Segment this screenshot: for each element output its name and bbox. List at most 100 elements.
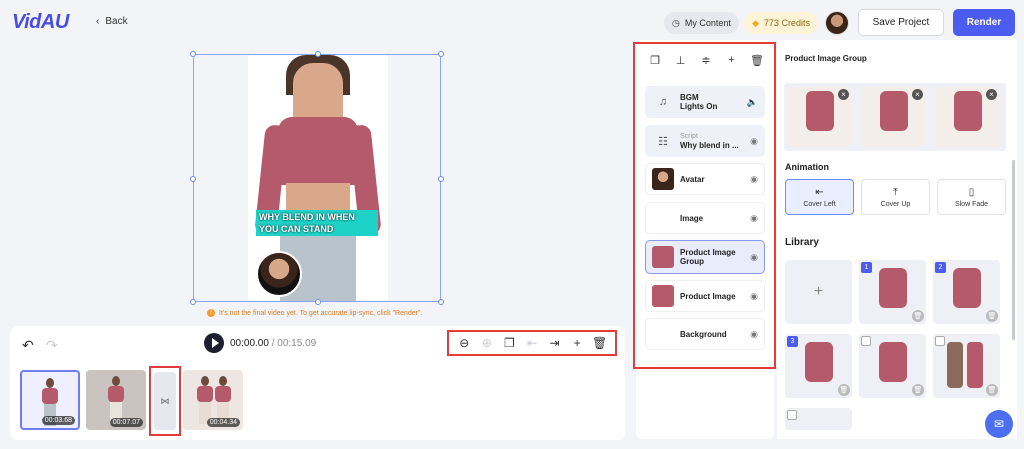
resize-handle[interactable] [438, 299, 444, 305]
transition-icon[interactable]: ⋈ [154, 372, 176, 430]
eye-icon[interactable]: ◉ [750, 136, 758, 147]
my-content-button[interactable]: ◷ My Content [664, 12, 739, 34]
thumb-head [219, 376, 227, 386]
resize-handle[interactable] [190, 299, 196, 305]
animation-label: Cover Up [880, 200, 911, 208]
resize-handle[interactable] [315, 299, 321, 305]
selection-checkbox[interactable] [861, 336, 871, 346]
thumb-top [197, 386, 213, 402]
timeline-clip[interactable]: 00:03.68 [20, 370, 80, 430]
back-button[interactable]: ‹ Back [96, 16, 128, 27]
timeline-clip[interactable]: 00:07.07 [86, 370, 146, 430]
library-image[interactable]: 1 🗑 [859, 260, 926, 324]
group-image[interactable]: × [788, 87, 851, 147]
subtitle-caption[interactable]: WHY BLEND IN WHEN YOU CAN STAND [256, 210, 378, 236]
properties-panel: Product Image Group × × × Animation ⇤ Co… [777, 40, 1017, 439]
clock-icon: ◷ [672, 17, 680, 28]
trash-icon[interactable]: 🗑 [912, 310, 924, 322]
group-image[interactable]: × [936, 87, 999, 147]
trash-icon[interactable]: 🗑 [592, 335, 608, 351]
remove-icon[interactable]: × [912, 89, 923, 100]
render-button[interactable]: Render [953, 9, 1015, 36]
eye-icon[interactable]: ◉ [750, 291, 758, 302]
selection-checkbox[interactable] [935, 336, 945, 346]
library-image[interactable]: 2 🗑 [933, 260, 1000, 324]
animation-cover-left[interactable]: ⇤ Cover Left [785, 179, 854, 215]
layer-image[interactable]: Image ◉ [645, 202, 765, 234]
library-image[interactable]: 🗑 [859, 334, 926, 398]
chat-support-button[interactable]: ✉ [985, 410, 1013, 438]
trash-icon[interactable]: 🗑 [986, 384, 998, 396]
redo-icon[interactable]: ↷ [46, 337, 58, 354]
eye-icon[interactable]: ◉ [750, 252, 758, 263]
library-image[interactable]: 🗑 [933, 334, 1000, 398]
duplicate-icon[interactable]: ❐ [501, 335, 517, 351]
product-shape [954, 91, 982, 131]
layer-label: Avatar [680, 174, 705, 184]
product-shape [879, 342, 907, 382]
notice-text: It's not the final video yet. To get acc… [219, 309, 423, 317]
clip-duration: 00:03.68 [41, 416, 75, 425]
eye-icon[interactable]: ◉ [750, 213, 758, 224]
layer-sub: Script [680, 133, 698, 140]
layer-script[interactable]: ☷ Script Why blend in ... ◉ [645, 125, 765, 157]
eye-icon[interactable]: ◉ [750, 174, 758, 185]
copy-icon[interactable]: ❐ [647, 52, 663, 68]
user-avatar[interactable] [825, 11, 849, 35]
avatar-overlay[interactable] [256, 251, 302, 297]
resize-handle[interactable] [438, 51, 444, 57]
zoom-out-icon[interactable]: ⊖ [456, 335, 472, 351]
resize-handle[interactable] [190, 51, 196, 57]
selection-number: 1 [861, 262, 872, 273]
layer-product-image[interactable]: Product Image ◉ [645, 280, 765, 312]
add-layer-icon[interactable]: + [724, 52, 740, 68]
trash-icon[interactable]: 🗑 [912, 384, 924, 396]
transition-slot[interactable]: ⋈ [149, 366, 181, 436]
undo-icon[interactable]: ↶ [22, 337, 34, 354]
layer-label: Image [680, 213, 704, 223]
delete-layer-icon[interactable]: 🗑 [749, 52, 765, 68]
library-image[interactable] [785, 408, 852, 430]
selection-box[interactable] [190, 51, 444, 305]
resize-handle[interactable] [315, 51, 321, 57]
chat-icon: ✉ [993, 417, 1005, 431]
save-project-button[interactable]: Save Project [858, 9, 944, 36]
align-bottom-icon[interactable]: ⊥ [673, 52, 689, 68]
play-icon [211, 338, 219, 348]
animation-cover-up[interactable]: ⤒ Cover Up [861, 179, 930, 215]
layer-avatar[interactable]: Avatar ◉ [645, 163, 765, 195]
remove-icon[interactable]: × [838, 89, 849, 100]
eye-icon[interactable]: ◉ [750, 329, 758, 340]
animation-slow-fade[interactable]: ▯ Slow Fade [937, 179, 1006, 215]
resize-handle[interactable] [190, 176, 196, 182]
split-left-icon[interactable]: ⇤ [524, 335, 540, 351]
group-image[interactable]: × [862, 87, 925, 147]
total-time: 00:15.09 [277, 338, 317, 349]
trash-icon[interactable]: 🗑 [986, 310, 998, 322]
add-icon[interactable]: + [569, 335, 585, 351]
selection-checkbox[interactable] [787, 410, 797, 420]
volume-icon[interactable]: 🔈 [747, 97, 758, 108]
preview-notice: ! It's not the final video yet. To get a… [207, 309, 422, 317]
trash-icon[interactable]: 🗑 [838, 384, 850, 396]
credits-badge[interactable]: ◆ 773 Credits [744, 12, 818, 34]
play-button[interactable] [204, 333, 224, 353]
align-center-icon[interactable]: ≑ [698, 52, 714, 68]
zoom-in-icon[interactable]: ⊕ [479, 335, 495, 351]
plus-icon: + [813, 283, 824, 300]
add-library-image-button[interactable]: + [785, 260, 852, 324]
product-shape [953, 268, 981, 308]
layer-bgm[interactable]: ♫ BGM Lights On 🔈 [645, 86, 765, 118]
properties-scrollbar[interactable] [1012, 160, 1015, 340]
layer-product-image-group[interactable]: Product Image Group ◉ [645, 240, 765, 274]
split-right-icon[interactable]: ⇥ [547, 335, 563, 351]
timeline-clip[interactable]: 00:04.34 [183, 370, 243, 430]
vidau-logo[interactable]: VidAU [12, 11, 69, 34]
resize-handle[interactable] [438, 176, 444, 182]
layer-background[interactable]: Background ◉ [645, 318, 765, 350]
thumb-head [201, 376, 209, 386]
layer-label: Why blend in ... [680, 141, 739, 150]
clip-duration: 00:07.07 [109, 418, 143, 427]
remove-icon[interactable]: × [986, 89, 997, 100]
library-image[interactable]: 3 🗑 [785, 334, 852, 398]
